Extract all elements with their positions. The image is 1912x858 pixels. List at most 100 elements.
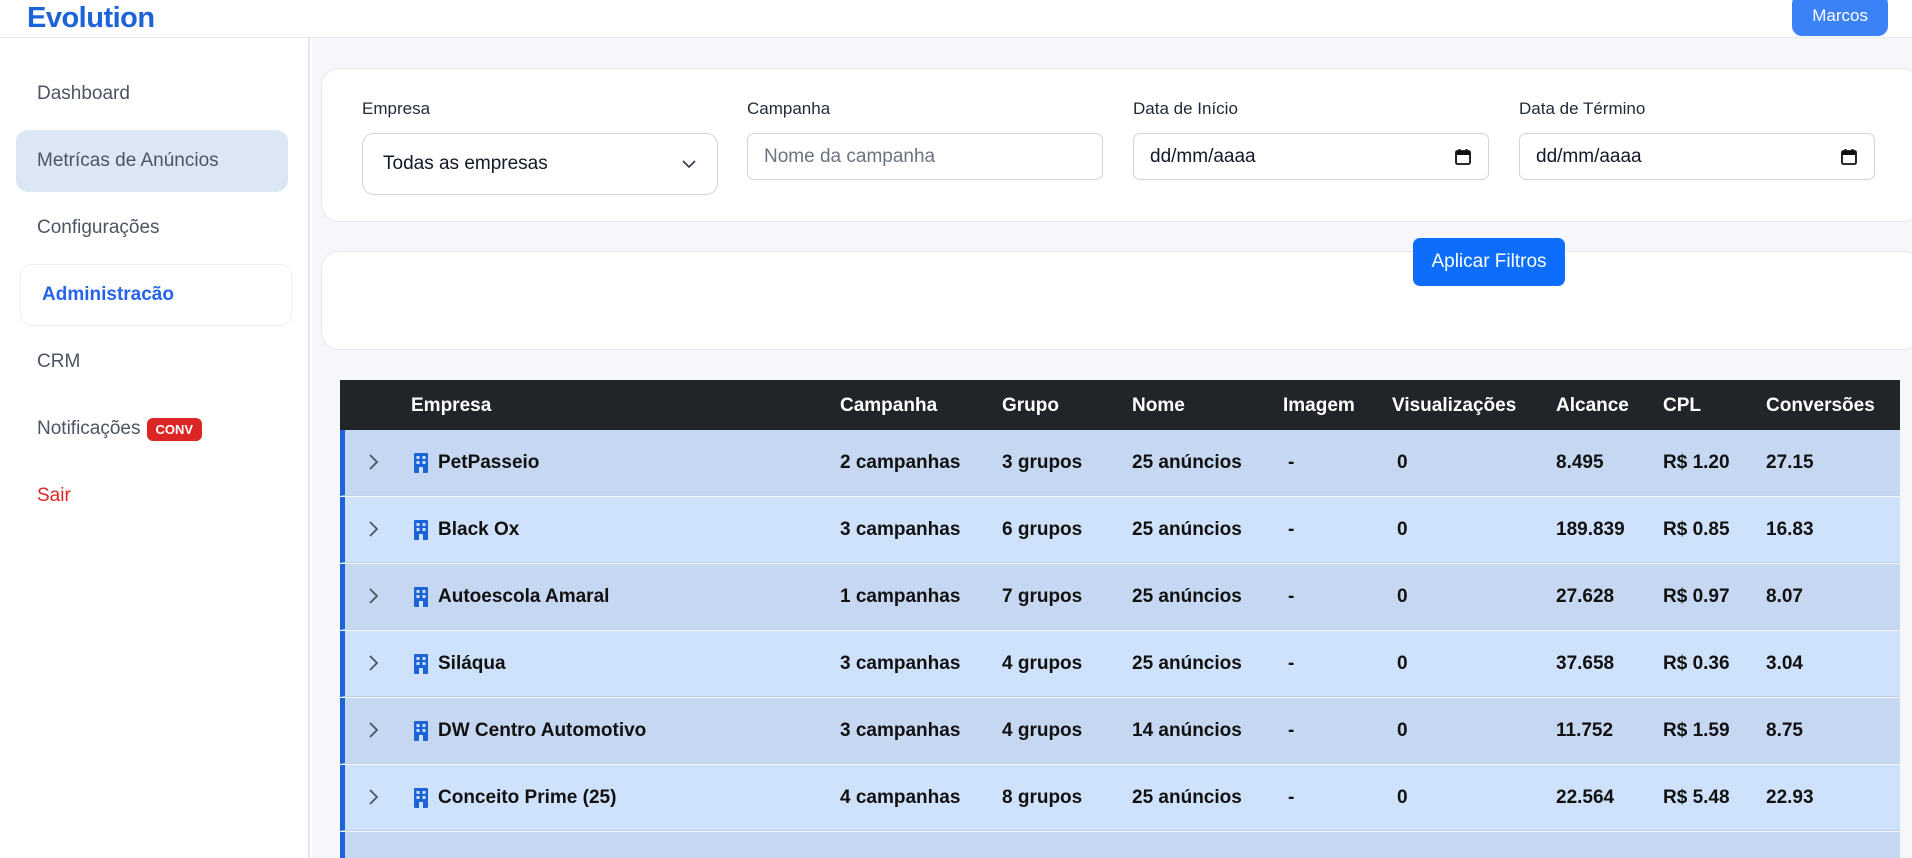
sidebar-item-administracao[interactable]: Administracão bbox=[20, 264, 292, 326]
sidebar-item-notificacoes[interactable]: Notificações CONV bbox=[16, 398, 288, 460]
cell-conversoes: 3.04 bbox=[1766, 653, 1803, 674]
sidebar-item-label: Configurações bbox=[37, 217, 160, 238]
sidebar-item-label: Sair bbox=[37, 485, 71, 506]
chevron-right-icon[interactable] bbox=[365, 785, 383, 809]
cell-cpl: R$ 1.59 bbox=[1663, 720, 1730, 741]
cell-nome: 25 anúncios bbox=[1132, 653, 1242, 674]
cell-cpl: R$ 5.48 bbox=[1663, 787, 1730, 808]
cell-empresa: Autoescola Amaral bbox=[438, 586, 610, 607]
sidebar-item-label: Notificações bbox=[37, 418, 141, 439]
building-icon bbox=[414, 788, 428, 808]
building-icon bbox=[414, 587, 428, 607]
sidebar-item-metricas[interactable]: Metrícas de Anúncios bbox=[16, 130, 288, 192]
sidebar-item-crm[interactable]: CRM bbox=[16, 331, 288, 393]
column-header-conversoes[interactable]: Conversões bbox=[1766, 395, 1875, 417]
cell-campanha: 1 campanhas bbox=[840, 586, 961, 607]
column-header-alcance[interactable]: Alcance bbox=[1556, 395, 1629, 417]
cell-alcance: 27.628 bbox=[1556, 586, 1615, 607]
cell-grupo: 7 grupos bbox=[1002, 586, 1083, 607]
cell-empresa: DW Centro Automotivo bbox=[438, 720, 647, 741]
cell-cpl: R$ 1.20 bbox=[1663, 452, 1730, 473]
cell-visualizacoes: 0 bbox=[1397, 519, 1408, 540]
cell-empresa: PetPasseio bbox=[438, 452, 540, 473]
chevron-right-icon[interactable] bbox=[365, 718, 383, 742]
cell-alcance: 8.495 bbox=[1556, 452, 1604, 473]
empresa-select[interactable]: Todas as empresas bbox=[362, 133, 718, 195]
cell-grupo: 4 grupos bbox=[1002, 720, 1083, 741]
cell-empresa: Black Ox bbox=[438, 519, 520, 540]
data-termino-placeholder: dd/mm/aaaa bbox=[1536, 145, 1642, 167]
column-header-campanha[interactable]: Campanha bbox=[840, 395, 937, 417]
data-inicio-input[interactable]: dd/mm/aaaa bbox=[1133, 133, 1489, 180]
column-header-imagem[interactable]: Imagem bbox=[1283, 395, 1355, 417]
campanha-input[interactable]: Nome da campanha bbox=[747, 133, 1103, 180]
cell-conversoes: 27.15 bbox=[1766, 452, 1814, 473]
cell-visualizacoes: 0 bbox=[1397, 787, 1408, 808]
chevron-right-icon[interactable] bbox=[365, 450, 383, 474]
table-row[interactable]: Siláqua 3 campanhas 4 grupos 25 anúncios… bbox=[340, 631, 1900, 697]
table-row[interactable] bbox=[340, 832, 1900, 858]
sidebar-item-configuracoes[interactable]: Configurações bbox=[16, 197, 288, 259]
column-header-grupo[interactable]: Grupo bbox=[1002, 395, 1059, 417]
sidebar-item-label: Administracão bbox=[42, 284, 174, 305]
cell-empresa: Siláqua bbox=[438, 653, 506, 674]
cell-alcance: 11.752 bbox=[1556, 720, 1614, 741]
cell-imagem: - bbox=[1288, 720, 1295, 741]
brand-logo[interactable]: Evolution bbox=[27, 2, 155, 35]
cell-imagem: - bbox=[1288, 586, 1295, 607]
cell-campanha: 3 campanhas bbox=[840, 720, 961, 741]
cell-nome: 25 anúncios bbox=[1132, 787, 1242, 808]
cell-imagem: - bbox=[1288, 787, 1295, 808]
data-inicio-label: Data de Início bbox=[1133, 99, 1238, 118]
sidebar-item-label: CRM bbox=[37, 351, 81, 372]
cell-conversoes: 8.75 bbox=[1766, 720, 1803, 741]
sidebar-item-sair[interactable]: Sair bbox=[16, 465, 288, 527]
cell-grupo: 6 grupos bbox=[1002, 519, 1083, 540]
column-header-visualizacoes[interactable]: Visualizações bbox=[1392, 395, 1516, 417]
cell-visualizacoes: 0 bbox=[1397, 586, 1408, 607]
cell-nome: 25 anúncios bbox=[1132, 519, 1242, 540]
sidebar-item-label: Dashboard bbox=[37, 83, 130, 104]
cell-campanha: 3 campanhas bbox=[840, 519, 961, 540]
cell-cpl: R$ 0.85 bbox=[1663, 519, 1730, 540]
cell-nome: 25 anúncios bbox=[1132, 452, 1242, 473]
building-icon bbox=[414, 520, 428, 540]
cell-cpl: R$ 0.36 bbox=[1663, 653, 1730, 674]
data-termino-input[interactable]: dd/mm/aaaa bbox=[1519, 133, 1875, 180]
table-row[interactable]: Conceito Prime (25) 4 campanhas 8 grupos… bbox=[340, 765, 1900, 831]
chevron-right-icon[interactable] bbox=[365, 651, 383, 675]
campanha-label: Campanha bbox=[747, 99, 831, 118]
column-header-cpl[interactable]: CPL bbox=[1663, 395, 1701, 417]
cell-visualizacoes: 0 bbox=[1397, 452, 1408, 473]
campanha-placeholder: Nome da campanha bbox=[764, 145, 936, 167]
user-menu-button[interactable]: Marcos bbox=[1792, 0, 1888, 36]
cell-nome: 14 anúncios bbox=[1132, 720, 1242, 741]
building-icon bbox=[414, 453, 428, 473]
cell-campanha: 3 campanhas bbox=[840, 653, 961, 674]
sidebar-item-dashboard[interactable]: Dashboard bbox=[16, 63, 288, 125]
cell-empresa: Conceito Prime (25) bbox=[438, 787, 617, 808]
calendar-icon[interactable] bbox=[1454, 148, 1472, 166]
cell-imagem: - bbox=[1288, 519, 1295, 540]
cell-alcance: 189.839 bbox=[1556, 519, 1625, 540]
cell-cpl: R$ 0.97 bbox=[1663, 586, 1730, 607]
cell-nome: 25 anúncios bbox=[1132, 586, 1242, 607]
apply-filters-button[interactable]: Aplicar Filtros bbox=[1413, 238, 1565, 286]
column-header-nome[interactable]: Nome bbox=[1132, 395, 1185, 417]
table-header: Empresa Campanha Grupo Nome Imagem Visua… bbox=[340, 380, 1900, 430]
table-row[interactable]: Autoescola Amaral 1 campanhas 7 grupos 2… bbox=[340, 564, 1900, 630]
cell-conversoes: 22.93 bbox=[1766, 787, 1814, 808]
table-row[interactable]: DW Centro Automotivo 3 campanhas 4 grupo… bbox=[340, 698, 1900, 764]
table-row[interactable]: PetPasseio 2 campanhas 3 grupos 25 anúnc… bbox=[340, 430, 1900, 496]
column-header-empresa[interactable]: Empresa bbox=[411, 395, 491, 417]
chevron-right-icon[interactable] bbox=[365, 517, 383, 541]
cell-campanha: 2 campanhas bbox=[840, 452, 961, 473]
chevron-down-icon bbox=[682, 160, 696, 169]
calendar-icon[interactable] bbox=[1840, 148, 1858, 166]
table-row[interactable]: Black Ox 3 campanhas 6 grupos 25 anúncio… bbox=[340, 497, 1900, 563]
top-bar: Evolution Marcos bbox=[0, 0, 1912, 38]
filters-card: Empresa Todas as empresas Campanha Nome … bbox=[321, 68, 1912, 222]
cell-alcance: 37.658 bbox=[1556, 653, 1615, 674]
chevron-right-icon[interactable] bbox=[365, 584, 383, 608]
actions-card bbox=[321, 251, 1912, 350]
